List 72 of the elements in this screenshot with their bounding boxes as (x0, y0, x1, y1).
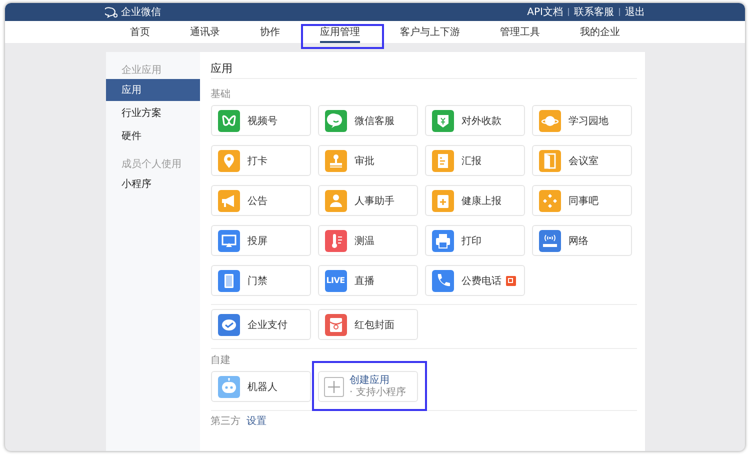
create-app-label: 创建应用 (350, 374, 390, 386)
create-app-hint: · 支持小程序 (350, 386, 406, 398)
app-tile[interactable]: LIVE 直播 (318, 265, 418, 296)
app-tile[interactable]: 同事吧 (532, 185, 632, 216)
nav-tab[interactable]: 通讯录 (190, 21, 220, 43)
app-tile[interactable]: 健康上报 (424, 185, 524, 216)
app-name: 微信客服 (354, 114, 394, 128)
nav-tab[interactable]: 首页 (130, 21, 150, 43)
create-app-tile[interactable]: 创建应用 · 支持小程序 (318, 371, 418, 402)
app-tile[interactable]: 测温 (318, 225, 418, 256)
app-name: 汇报 (462, 154, 482, 168)
app-tile[interactable]: 打印 (424, 225, 524, 256)
app-tile[interactable]: 对外收款 (424, 105, 524, 136)
app-name: 门禁 (248, 274, 268, 288)
section-label: 基础 (210, 88, 232, 101)
nav-tab[interactable]: 我的企业 (580, 21, 620, 43)
app-tile[interactable]: 机器人 (210, 371, 310, 402)
app-name: 公告 (248, 194, 268, 208)
sidebar-item[interactable]: 小程序 (106, 173, 200, 195)
app-tile[interactable]: 打卡 (210, 145, 310, 176)
app-tile[interactable]: 投屏 (210, 225, 310, 256)
app-name: 机器人 (248, 380, 278, 394)
app-name: 视频号 (248, 114, 278, 128)
app-name: 红包封面 (354, 318, 394, 332)
app-name: 会议室 (568, 154, 598, 168)
app-name: 公费电话 (462, 274, 502, 288)
nav-tab[interactable]: 协作 (260, 21, 280, 43)
settings-link[interactable]: 设置 (246, 416, 266, 428)
app-tile[interactable]: 微信客服 (318, 105, 418, 136)
plus-icon (324, 376, 344, 396)
app-tile[interactable]: 网络 (532, 225, 632, 256)
live-icon: LIVE (324, 270, 346, 292)
app-name: 对外收款 (462, 114, 502, 128)
app-tile[interactable]: 审批 (318, 145, 418, 176)
brand-name: 企业微信 (121, 6, 161, 19)
app-name: 打卡 (248, 154, 268, 168)
sidebar-item[interactable]: 硬件 (106, 125, 200, 147)
top-link[interactable]: API文档 (527, 5, 563, 19)
group-label: 成员个人使用 (120, 158, 182, 172)
group-label: 企业应用 (120, 64, 162, 78)
app-tile[interactable]: 门禁 (210, 265, 310, 296)
app-tile[interactable]: 学习园地 (532, 105, 632, 136)
nav-tab[interactable]: 客户与上下游 (400, 21, 460, 43)
sidebar-item[interactable]: 应用 (106, 79, 200, 101)
app-name: 同事吧 (568, 194, 598, 208)
app-name: 人事助手 (354, 194, 394, 208)
app-tile[interactable]: 公费电话 (424, 265, 524, 296)
app-tile[interactable]: 公告 (210, 185, 310, 216)
section-label: 第三方 (210, 416, 240, 428)
app-tile[interactable]: 红包封面 (318, 309, 418, 340)
top-link[interactable]: 联系客服 (574, 5, 614, 19)
app-name: 学习园地 (568, 114, 608, 128)
app-tile[interactable]: 企业支付 (210, 309, 310, 340)
app-tile[interactable]: 人事助手 (318, 185, 418, 216)
chat-bubbles-icon (105, 6, 118, 18)
section-label: 自建 (210, 354, 232, 367)
app-name: 测温 (354, 234, 374, 248)
nav-tab[interactable]: 应用管理 (320, 21, 360, 43)
page-title: 应用 (210, 58, 636, 79)
app-name: 企业支付 (248, 318, 288, 332)
app-tile[interactable]: 汇报 (424, 145, 524, 176)
app-tile[interactable]: 视频号 (210, 105, 310, 136)
app-name: 健康上报 (462, 194, 502, 208)
app-name: 审批 (354, 154, 374, 168)
app-tile[interactable]: 会议室 (532, 145, 632, 176)
nav-tab[interactable]: 管理工具 (500, 21, 540, 43)
app-name: 投屏 (248, 234, 268, 248)
sidebar-item[interactable]: 行业方案 (106, 102, 200, 124)
top-link[interactable]: 退出 (625, 5, 645, 19)
app-name: 网络 (568, 234, 588, 248)
app-name: 打印 (462, 234, 482, 248)
app-name: 直播 (354, 274, 374, 288)
